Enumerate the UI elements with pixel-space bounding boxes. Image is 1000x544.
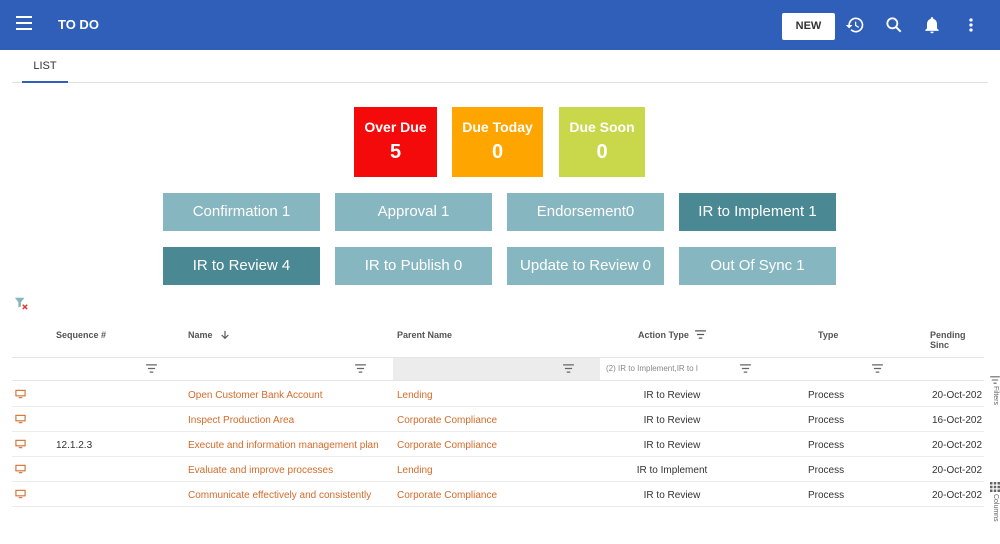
cell-name-link[interactable]: Execute and information management plan [188,440,388,451]
columns-grid-icon [990,482,1000,492]
cell-action-type: IR to Review [643,440,701,451]
sort-descending-icon[interactable] [219,330,231,340]
cell-name-link[interactable]: Communicate effectively and consistently [188,490,388,501]
due-soon-count: 0 [596,141,608,163]
action-type-filter-value: (2) IR to Implement,IR to I [606,364,699,373]
filter-icon [990,376,1000,384]
desktop-icon [15,439,26,449]
cell-parent-link[interactable]: Lending [397,465,433,476]
due-soon-label: Due Soon [569,119,635,135]
new-button[interactable]: NEW [782,13,835,40]
cell-type: Process [808,415,845,426]
page-title: TO DO [58,17,99,32]
column-header-name-label: Name [188,330,213,340]
cell-pending-since: 20-Oct-202 [932,390,983,401]
column-header-name[interactable]: Name [188,330,231,340]
desktop-icon [15,464,26,474]
over-due-label: Over Due [364,119,427,135]
history-icon[interactable] [845,14,865,36]
filter-icon[interactable] [872,364,883,373]
more-vertical-icon[interactable] [961,14,981,36]
table-row[interactable]: Inspect Production Area Corporate Compli… [12,407,984,432]
cell-parent-link[interactable]: Corporate Compliance [397,415,497,426]
ir-to-implement-button[interactable]: IR to Implement 1 [679,193,836,231]
name-filter-cell[interactable] [188,358,393,380]
columns-side-label: Columns [992,493,999,522]
cell-parent-link[interactable]: Lending [397,390,433,401]
sequence-filter-cell[interactable] [12,358,188,380]
due-today-label: Due Today [462,119,533,135]
cell-type: Process [808,465,845,476]
column-header-sequence[interactable]: Sequence # [56,330,106,340]
filter-icon[interactable] [146,364,157,373]
filter-icon[interactable] [740,364,751,373]
columns-side-tab[interactable]: Columns [986,482,1000,522]
column-header-pending-since[interactable]: Pending Sinc [930,330,984,350]
column-header-parent-name[interactable]: Parent Name [397,330,452,340]
out-of-sync-button[interactable]: Out Of Sync 1 [679,247,836,285]
filter-row: (2) IR to Implement,IR to I [12,357,984,381]
table-row[interactable]: 12.1.2.3 Execute and information managem… [12,432,984,457]
due-today-count: 0 [491,141,504,163]
table-row[interactable]: Open Customer Bank Account Lending IR to… [12,382,984,407]
cell-type: Process [808,390,845,401]
table-row[interactable]: Communicate effectively and consistently… [12,482,984,507]
cell-parent-link[interactable]: Corporate Compliance [397,490,497,501]
type-filter-cell[interactable] [755,358,891,380]
approval-button[interactable]: Approval 1 [335,193,492,231]
confirmation-button[interactable]: Confirmation 1 [163,193,320,231]
over-due-count: 5 [389,141,402,163]
table-row[interactable]: Evaluate and improve processes Lending I… [12,457,984,482]
cell-pending-since: 20-Oct-202 [932,490,983,501]
ir-to-publish-button[interactable]: IR to Publish 0 [335,247,492,285]
search-icon[interactable] [884,14,904,36]
cell-name-link[interactable]: Evaluate and improve processes [188,465,388,476]
ir-to-review-button[interactable]: IR to Review 4 [163,247,320,285]
cell-action-type: IR to Review [643,415,701,426]
cell-name-link[interactable]: Inspect Production Area [188,415,388,426]
app-header: TO DO NEW [0,0,1000,50]
over-due-card[interactable]: Over Due 5 [354,107,437,177]
parent-name-filter-cell[interactable] [393,358,600,380]
filters-side-tab[interactable]: Filters [986,376,1000,405]
cell-type: Process [808,440,845,451]
cell-action-type: IR to Implement [636,465,708,476]
tab-list[interactable]: LIST [22,51,68,83]
filter-icon[interactable] [355,364,366,373]
column-filter-active-icon[interactable] [695,330,707,339]
tab-bar: LIST [12,51,988,83]
cell-pending-since: 16-Oct-202 [932,415,983,426]
due-today-card[interactable]: Due Today 0 [452,107,543,177]
cell-sequence: 12.1.2.3 [56,440,93,451]
cell-action-type: IR to Review [643,490,701,501]
cell-action-type: IR to Review [643,390,701,401]
cell-name-link[interactable]: Open Customer Bank Account [188,390,388,401]
desktop-icon [15,389,26,399]
filters-side-label: Filters [992,385,999,406]
notification-bell-icon[interactable] [922,14,942,36]
due-soon-card[interactable]: Due Soon 0 [559,107,645,177]
update-to-review-button[interactable]: Update to Review 0 [507,247,664,285]
menu-icon[interactable] [16,16,34,34]
cell-pending-since: 20-Oct-202 [932,440,983,451]
desktop-icon [15,414,26,424]
clear-filters-icon[interactable] [14,296,28,310]
action-type-filter-cell[interactable]: (2) IR to Implement,IR to I [600,358,755,380]
endorsement-button[interactable]: Endorsement0 [507,193,664,231]
desktop-icon [15,489,26,499]
cell-parent-link[interactable]: Corporate Compliance [397,440,497,451]
cell-type: Process [808,490,845,501]
column-header-action-type-label: Action Type [638,330,689,340]
column-header-action-type[interactable]: Action Type [638,330,707,340]
filter-icon[interactable] [563,364,574,373]
column-header-type[interactable]: Type [818,330,838,340]
cell-pending-since: 20-Oct-202 [932,465,983,476]
